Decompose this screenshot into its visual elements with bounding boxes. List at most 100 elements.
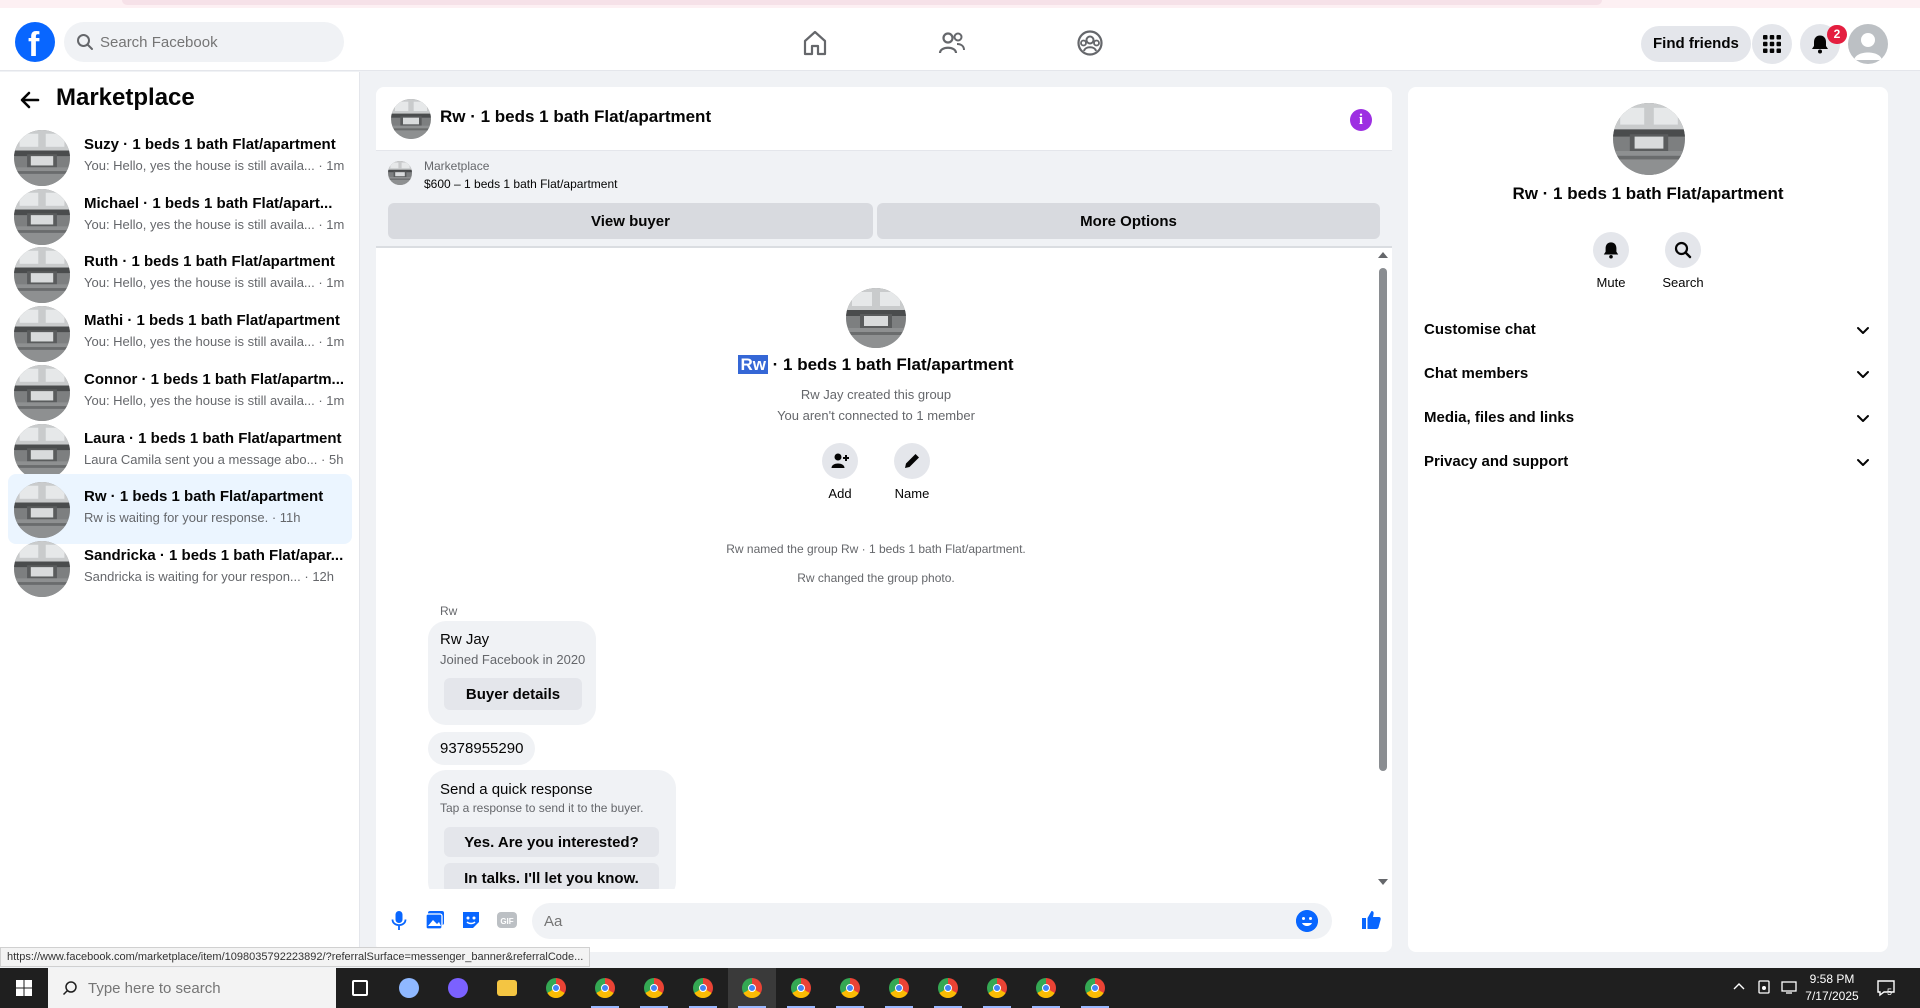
listing-price[interactable]: $600 – 1 beds 1 bath Flat/apartment: [424, 177, 617, 191]
add-label: Add: [828, 486, 852, 501]
apartment-photo: [14, 247, 70, 304]
marketplace-banner: Marketplace $600 – 1 beds 1 bath Flat/ap…: [376, 151, 1392, 248]
message-input[interactable]: [544, 903, 1284, 939]
search-icon: [1674, 241, 1692, 259]
account-avatar[interactable]: [1848, 24, 1888, 64]
action-center-button[interactable]: 5: [1876, 978, 1896, 998]
scroll-up-arrow[interactable]: [1378, 252, 1388, 258]
message-input-box[interactable]: [532, 903, 1332, 939]
chat-title[interactable]: Rw · 1 beds 1 bath Flat/apartment: [440, 107, 711, 127]
search-box[interactable]: [64, 22, 344, 62]
buyer-joined: Joined Facebook in 2020: [440, 652, 586, 667]
chrome-center: [552, 984, 560, 992]
quick-response-option[interactable]: In talks. I'll let you know.: [444, 863, 659, 889]
gif-icon[interactable]: GIF: [496, 909, 518, 931]
taskbar-app[interactable]: [385, 968, 433, 1008]
mute-button[interactable]: Mute: [1576, 232, 1646, 290]
svg-text:GIF: GIF: [500, 917, 513, 926]
colorful-app-icon: [448, 978, 468, 998]
taskbar-search[interactable]: [48, 968, 336, 1008]
chevron-down-icon: [1857, 459, 1869, 466]
home-icon[interactable]: [800, 28, 830, 58]
selected-text: Rw: [738, 355, 768, 374]
group-photo-large[interactable]: [1613, 103, 1685, 175]
chat-avatar[interactable]: [391, 99, 431, 139]
like-icon[interactable]: [1360, 909, 1382, 931]
groups-icon[interactable]: [1075, 28, 1105, 58]
emoji-icon[interactable]: [1296, 910, 1318, 932]
taskbar-app[interactable]: [630, 968, 678, 1008]
rename-group-button[interactable]: Name: [882, 443, 942, 501]
conversation-avatar: [14, 306, 70, 363]
taskbar-app[interactable]: [434, 968, 482, 1008]
chat-scrollbar[interactable]: [1377, 252, 1389, 885]
quick-response-option[interactable]: Yes. Are you interested?: [444, 827, 659, 857]
conversation-item[interactable]: Sandricka · 1 beds 1 bath Flat/apar... Sa…: [8, 533, 352, 603]
back-arrow-icon[interactable]: [18, 88, 42, 112]
phone-message[interactable]: 9378955290: [428, 732, 536, 765]
group-photo[interactable]: [846, 288, 906, 348]
message-thread[interactable]: Rw · 1 beds 1 bath Flat/apartment Rw Jay…: [376, 248, 1392, 889]
taskbar-app[interactable]: [679, 968, 727, 1008]
taskbar-app[interactable]: [973, 968, 1021, 1008]
browser-tab-strip: [122, 0, 1602, 5]
conversation-preview: You: Hello, yes the house is still avail…: [84, 392, 345, 408]
chat-panel: Rw · 1 beds 1 bath Flat/apartment i Mark…: [376, 87, 1392, 952]
taskbar-app[interactable]: [1022, 968, 1070, 1008]
taskbar-app[interactable]: [826, 968, 874, 1008]
search-label: Search: [1662, 275, 1704, 290]
conversation-preview: You: Hello, yes the house is still avail…: [84, 334, 345, 350]
view-buyer-button[interactable]: View buyer: [388, 203, 873, 239]
page-scrollbar[interactable]: [1904, 72, 1920, 966]
details-section[interactable]: Privacy and support: [1424, 444, 1874, 480]
device-icon[interactable]: [1756, 979, 1772, 995]
chrome-center: [1042, 984, 1050, 992]
system-clock[interactable]: 9:58 PM 7/17/2025: [1784, 971, 1880, 1005]
search-conversation-button[interactable]: Search: [1648, 232, 1718, 290]
taskbar-app[interactable]: [924, 968, 972, 1008]
details-section-label: Media, files and links: [1424, 409, 1575, 426]
buyer-details-button[interactable]: Buyer details: [444, 678, 582, 710]
taskbar-app[interactable]: [1071, 968, 1119, 1008]
microphone-icon[interactable]: [388, 909, 410, 931]
sidebar-title: Marketplace: [56, 84, 195, 111]
info-icon[interactable]: i: [1350, 109, 1372, 131]
taskbar-app[interactable]: [777, 968, 825, 1008]
add-member-button[interactable]: Add: [810, 443, 870, 501]
conversation-title: Sandricka · 1 beds 1 bath Flat/apar...: [84, 546, 344, 564]
taskbar-search-input[interactable]: [88, 968, 328, 1008]
copilot-app-icon: [399, 978, 419, 998]
find-friends-button[interactable]: Find friends: [1641, 26, 1751, 62]
photo-icon[interactable]: [424, 909, 446, 931]
taskbar-app[interactable]: [483, 968, 531, 1008]
name-label: Name: [894, 486, 930, 501]
details-section[interactable]: Chat members: [1424, 356, 1874, 392]
listing-thumbnail[interactable]: [388, 161, 412, 185]
details-section[interactable]: Customise chat: [1424, 312, 1874, 348]
taskbar-app[interactable]: [875, 968, 923, 1008]
scroll-down-arrow[interactable]: [1378, 879, 1388, 885]
chrome-profile-icon: [889, 978, 909, 998]
taskbar-app[interactable]: [532, 968, 580, 1008]
start-button[interactable]: [0, 968, 48, 1008]
details-section[interactable]: Media, files and links: [1424, 400, 1874, 436]
menu-button[interactable]: [1752, 24, 1792, 64]
default-avatar-icon: [1854, 33, 1882, 60]
chevron-up-icon[interactable]: [1732, 980, 1746, 994]
taskbar-app[interactable]: [728, 968, 776, 1008]
details-title: Rw · 1 beds 1 bath Flat/apartment: [1512, 184, 1784, 203]
taskbar-app[interactable]: [581, 968, 629, 1008]
taskbar-app[interactable]: [336, 968, 384, 1008]
details-section-label: Chat members: [1424, 365, 1529, 382]
more-options-button[interactable]: More Options: [877, 203, 1380, 239]
friends-icon[interactable]: [937, 28, 967, 58]
chat-details-panel: Rw · 1 beds 1 bath Flat/apartment Mute S…: [1408, 87, 1888, 952]
chrome-center: [797, 984, 805, 992]
bell-icon: [1603, 242, 1619, 259]
conversation-title: Rw · 1 beds 1 bath Flat/apartment: [84, 488, 324, 506]
search-input[interactable]: [100, 22, 330, 62]
scroll-thumb[interactable]: [1379, 268, 1387, 771]
sticker-icon[interactable]: [460, 909, 482, 931]
facebook-logo[interactable]: f: [15, 22, 55, 64]
file-explorer-icon: [497, 980, 517, 996]
